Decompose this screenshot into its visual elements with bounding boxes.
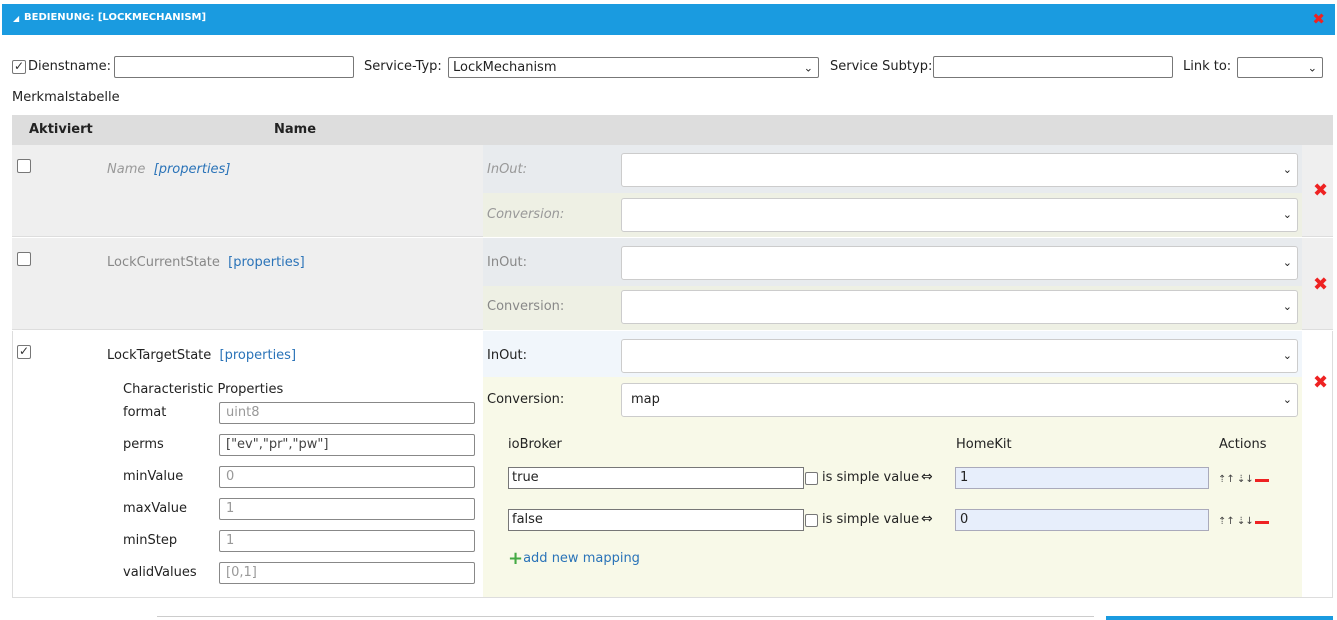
properties-link[interactable]: [properties] <box>154 162 231 177</box>
delete-icon[interactable]: ✖ <box>1313 372 1328 393</box>
chevron-down-icon: ⌄ <box>803 61 813 74</box>
prop-label-minvalue: minValue <box>123 469 184 484</box>
chevron-down-icon: ⌄ <box>1307 61 1317 74</box>
dienstname-label: Dienstname: <box>28 59 111 74</box>
footer-button[interactable] <box>1106 616 1333 620</box>
inout-label: InOut: <box>487 162 528 177</box>
mapping-iobroker-input[interactable]: true <box>508 467 804 489</box>
subtyp-label: Service Subtyp: <box>830 59 933 74</box>
conversion-select[interactable]: ⌄ <box>621 198 1298 232</box>
linkto-select[interactable]: ⌄ <box>1237 57 1323 78</box>
simple-value-checkbox[interactable] <box>805 472 818 485</box>
conversion-select[interactable]: ⌄ <box>621 290 1298 324</box>
characteristic-name: LockTargetState [properties] <box>107 348 297 363</box>
add-mapping-link[interactable]: +add new mapping <box>508 546 640 569</box>
chevron-down-icon: ⌄ <box>1282 300 1292 313</box>
prop-input-minvalue[interactable]: 0 <box>219 466 475 488</box>
panel-title: BEDIENUNG: [LOCKMECHANISM] <box>24 12 207 23</box>
row-enable-checkbox[interactable] <box>17 252 31 266</box>
bidirectional-arrow-icon: ⇔ <box>921 511 933 527</box>
header-aktiviert: Aktiviert <box>29 122 93 137</box>
add-mapping-label: add new mapping <box>523 551 640 566</box>
prop-input-format[interactable]: uint8 <box>219 402 475 424</box>
mapping-col-iobroker: ioBroker <box>508 437 562 452</box>
char-props-title: Characteristic Properties <box>123 382 284 397</box>
chevron-down-icon: ⌄ <box>1282 349 1292 362</box>
mapping-homekit-input[interactable]: 0 <box>955 509 1209 531</box>
prop-label-minstep: minStep <box>123 533 178 548</box>
chevron-down-icon: ⌄ <box>1282 208 1292 221</box>
properties-link[interactable]: [properties] <box>228 255 304 270</box>
inout-label: InOut: <box>487 255 528 270</box>
close-icon[interactable]: ✖ <box>1312 10 1325 28</box>
prop-input-validvalues[interactable]: [0,1] <box>219 562 475 584</box>
collapse-triangle-icon[interactable]: ◢ <box>13 14 19 23</box>
delete-icon[interactable]: ✖ <box>1313 274 1328 295</box>
move-up-icon[interactable]: ⇡↑ <box>1218 474 1235 485</box>
chevron-down-icon: ⌄ <box>1282 256 1292 269</box>
prop-label-perms: perms <box>123 437 164 452</box>
mapping-homekit-input[interactable]: 1 <box>955 467 1209 489</box>
inout-select[interactable]: ⌄ <box>621 246 1298 280</box>
move-down-icon[interactable]: ⇣↓ <box>1237 474 1254 485</box>
mapping-col-actions: Actions <box>1219 437 1267 452</box>
prop-input-perms[interactable]: ["ev","pr","pw"] <box>219 434 475 456</box>
move-down-icon[interactable]: ⇣↓ <box>1237 516 1254 527</box>
bidirectional-arrow-icon: ⇔ <box>921 469 933 485</box>
simple-value-label: is simple value <box>822 512 920 527</box>
dienstname-checkbox[interactable] <box>12 59 26 74</box>
mapping-iobroker-input[interactable]: false <box>508 509 804 531</box>
prop-label-format: format <box>123 405 167 420</box>
mapping-col-homekit: HomeKit <box>956 437 1012 452</box>
servicetyp-label: Service-Typ: <box>364 59 442 74</box>
servicetyp-value: LockMechanism <box>453 60 557 75</box>
characteristic-name: LockCurrentState [properties] <box>107 255 305 270</box>
simple-value-checkbox[interactable] <box>805 514 818 527</box>
remove-mapping-icon[interactable] <box>1255 479 1269 482</box>
header-name: Name <box>274 122 317 137</box>
delete-icon[interactable]: ✖ <box>1313 180 1328 201</box>
conversion-label: Conversion: <box>487 207 565 222</box>
simple-value-label: is simple value <box>822 470 920 485</box>
table-header: Aktiviert Name <box>12 115 1333 145</box>
dienstname-input[interactable] <box>114 56 354 78</box>
row-enable-checkbox[interactable] <box>17 159 31 173</box>
divider <box>157 616 1094 617</box>
prop-input-maxvalue[interactable]: 1 <box>219 498 475 520</box>
remove-mapping-icon[interactable] <box>1255 521 1269 524</box>
row-enable-checkbox[interactable] <box>17 344 31 359</box>
linkto-label: Link to: <box>1183 59 1232 74</box>
inout-select[interactable]: ⌄ <box>621 153 1298 187</box>
panel-header[interactable]: ◢ BEDIENUNG: [LOCKMECHANISM] ✖ <box>2 4 1335 35</box>
prop-label-validvalues: validValues <box>123 565 197 580</box>
merkmalstabelle-label: Merkmalstabelle <box>12 90 120 105</box>
move-up-icon[interactable]: ⇡↑ <box>1218 516 1235 527</box>
chevron-down-icon: ⌄ <box>1282 393 1292 406</box>
prop-label-maxvalue: maxValue <box>123 501 188 516</box>
plus-icon: + <box>508 548 524 569</box>
servicetyp-select[interactable]: LockMechanism ⌄ <box>448 57 819 78</box>
characteristic-name: Name [properties] <box>107 162 231 177</box>
conversion-label: Conversion: <box>487 392 565 407</box>
conversion-label: Conversion: <box>487 299 565 314</box>
inout-select[interactable]: ⌄ <box>621 339 1298 373</box>
prop-input-minstep[interactable]: 1 <box>219 530 475 552</box>
conversion-select[interactable]: map ⌄ <box>621 383 1298 417</box>
inout-label: InOut: <box>487 348 528 363</box>
subtyp-input[interactable] <box>933 56 1173 78</box>
chevron-down-icon: ⌄ <box>1282 163 1292 176</box>
properties-link[interactable]: [properties] <box>220 348 296 363</box>
